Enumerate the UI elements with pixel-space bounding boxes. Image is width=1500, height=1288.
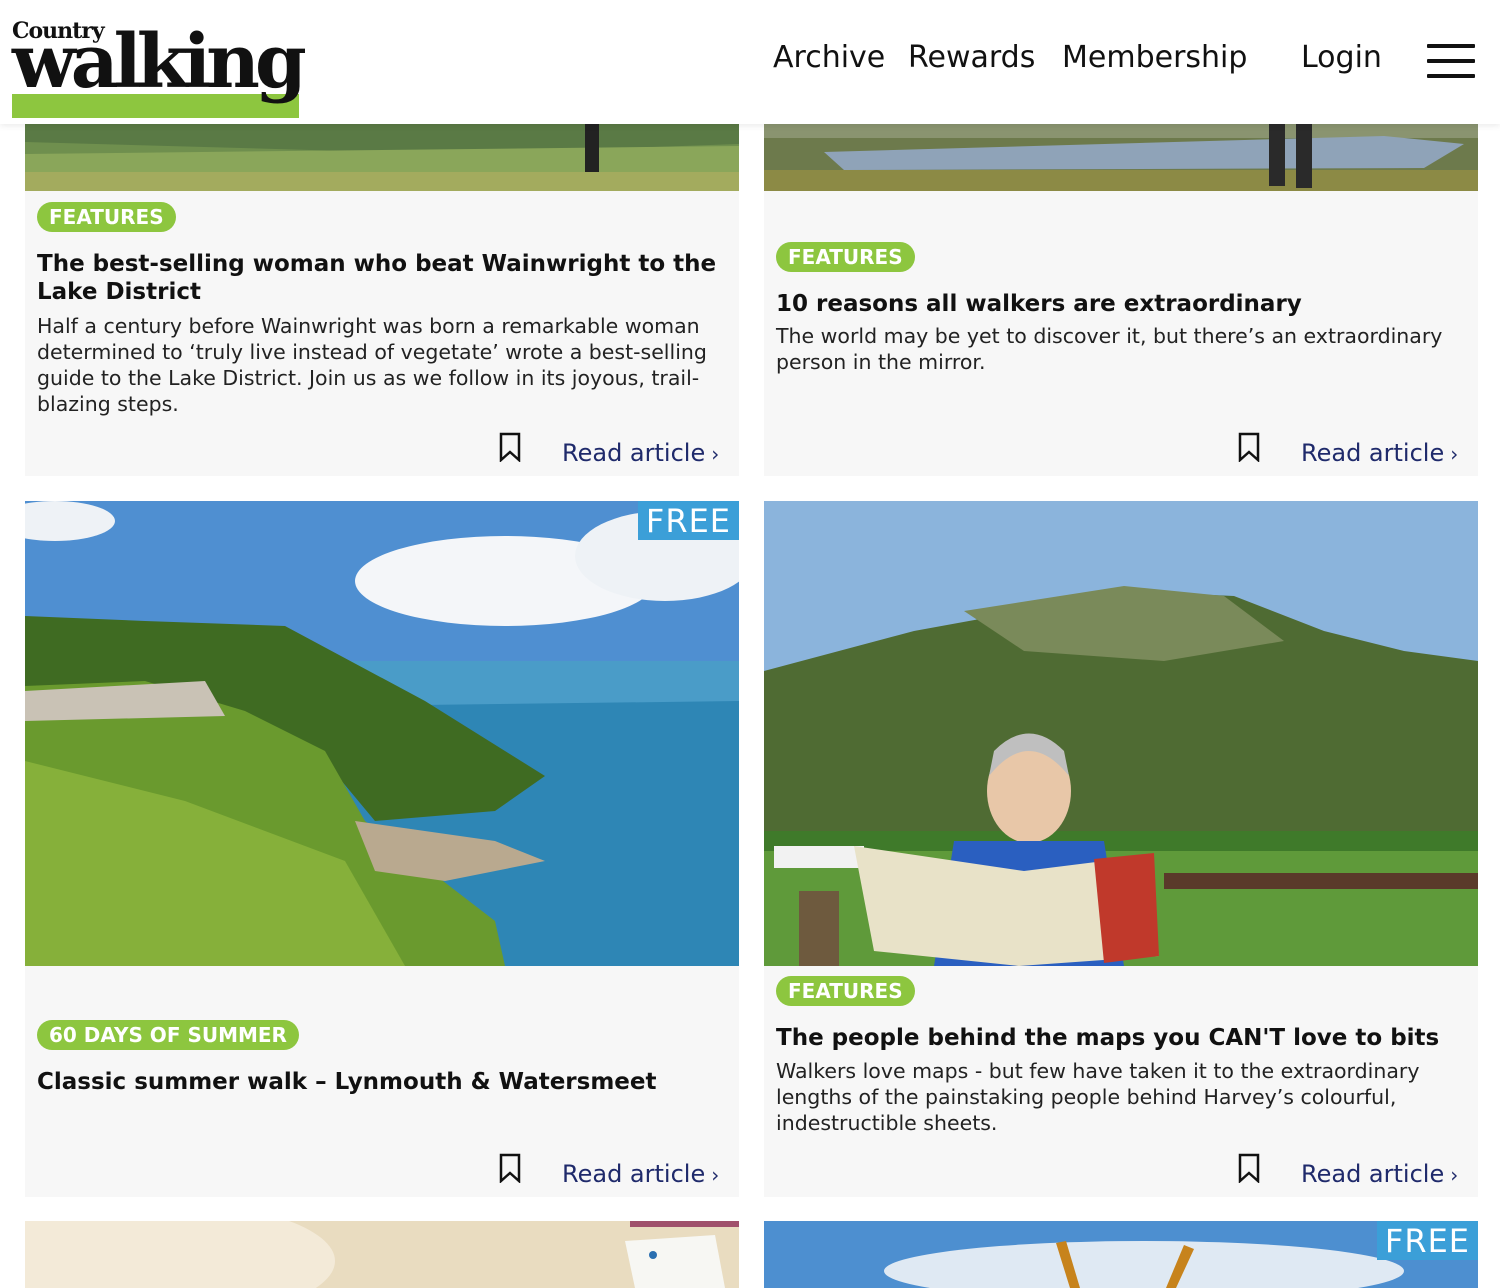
nav-rewards[interactable]: Rewards — [908, 40, 1035, 75]
article-title[interactable]: 10 reasons all walkers are extraordinary — [776, 290, 1466, 318]
read-article-label: Read article — [1301, 439, 1445, 467]
card-image-map-sunset[interactable] — [25, 1221, 739, 1288]
read-article-link[interactable]: Read article › — [562, 1160, 719, 1188]
card-image-coastline[interactable] — [25, 501, 739, 966]
article-title[interactable]: The people behind the maps you CAN'T lov… — [776, 1024, 1466, 1052]
chevron-right-icon: › — [1450, 1163, 1459, 1187]
card-image-woman-reading-map[interactable] — [764, 501, 1478, 966]
article-card[interactable] — [25, 1221, 739, 1288]
article-description: The world may be yet to discover it, but… — [776, 324, 1443, 374]
bookmark-icon[interactable] — [499, 432, 521, 462]
category-tag[interactable]: FEATURES — [37, 202, 176, 232]
card-image-hillside[interactable] — [25, 124, 739, 191]
free-badge: FREE — [1376, 1221, 1478, 1260]
chevron-right-icon: › — [1450, 442, 1459, 466]
read-article-label: Read article — [562, 1160, 706, 1188]
read-article-label: Read article — [562, 439, 706, 467]
category-tag[interactable]: 60 DAYS OF SUMMER — [37, 1020, 299, 1050]
article-card[interactable]: FREE 60 DAYS OF SUMMER Classic summer wa… — [25, 501, 739, 1197]
read-article-link[interactable]: Read article › — [1301, 1160, 1458, 1188]
nav-membership[interactable]: Membership — [1062, 40, 1247, 75]
logo-walking-text: walking — [12, 19, 307, 105]
article-title[interactable]: The best-selling woman who beat Wainwrig… — [37, 250, 727, 306]
read-article-link[interactable]: Read article › — [562, 439, 719, 467]
card-image-lake-walkers[interactable] — [764, 124, 1478, 191]
nav-archive[interactable]: Archive — [773, 40, 885, 75]
article-card[interactable]: FEATURES 10 reasons all walkers are extr… — [764, 124, 1478, 476]
chevron-right-icon: › — [711, 1163, 720, 1187]
site-header: Country walking Archive Rewards Membersh… — [0, 0, 1500, 124]
article-description: Walkers love maps - but few have taken i… — [776, 1059, 1420, 1135]
article-title[interactable]: Classic summer walk – Lynmouth & Watersm… — [37, 1068, 727, 1096]
hamburger-icon[interactable] — [1427, 44, 1475, 78]
read-article-label: Read article — [1301, 1160, 1445, 1188]
nav-login[interactable]: Login — [1301, 40, 1382, 75]
article-card[interactable]: FREE — [764, 1221, 1478, 1288]
bookmark-icon[interactable] — [1238, 432, 1260, 462]
article-description: Half a century before Wainwright was bor… — [37, 314, 707, 416]
read-article-link[interactable]: Read article › — [1301, 439, 1458, 467]
category-tag[interactable]: FEATURES — [776, 242, 915, 272]
bookmark-icon[interactable] — [499, 1153, 521, 1183]
card-image-sky-signpost[interactable] — [764, 1221, 1478, 1288]
category-tag[interactable]: FEATURES — [776, 976, 915, 1006]
bookmark-icon[interactable] — [1238, 1153, 1260, 1183]
article-card[interactable]: FEATURES The people behind the maps you … — [764, 501, 1478, 1197]
article-card[interactable]: FEATURES The best-selling woman who beat… — [25, 124, 739, 476]
site-logo[interactable]: Country walking — [12, 14, 307, 118]
free-badge: FREE — [637, 501, 739, 540]
chevron-right-icon: › — [711, 442, 720, 466]
